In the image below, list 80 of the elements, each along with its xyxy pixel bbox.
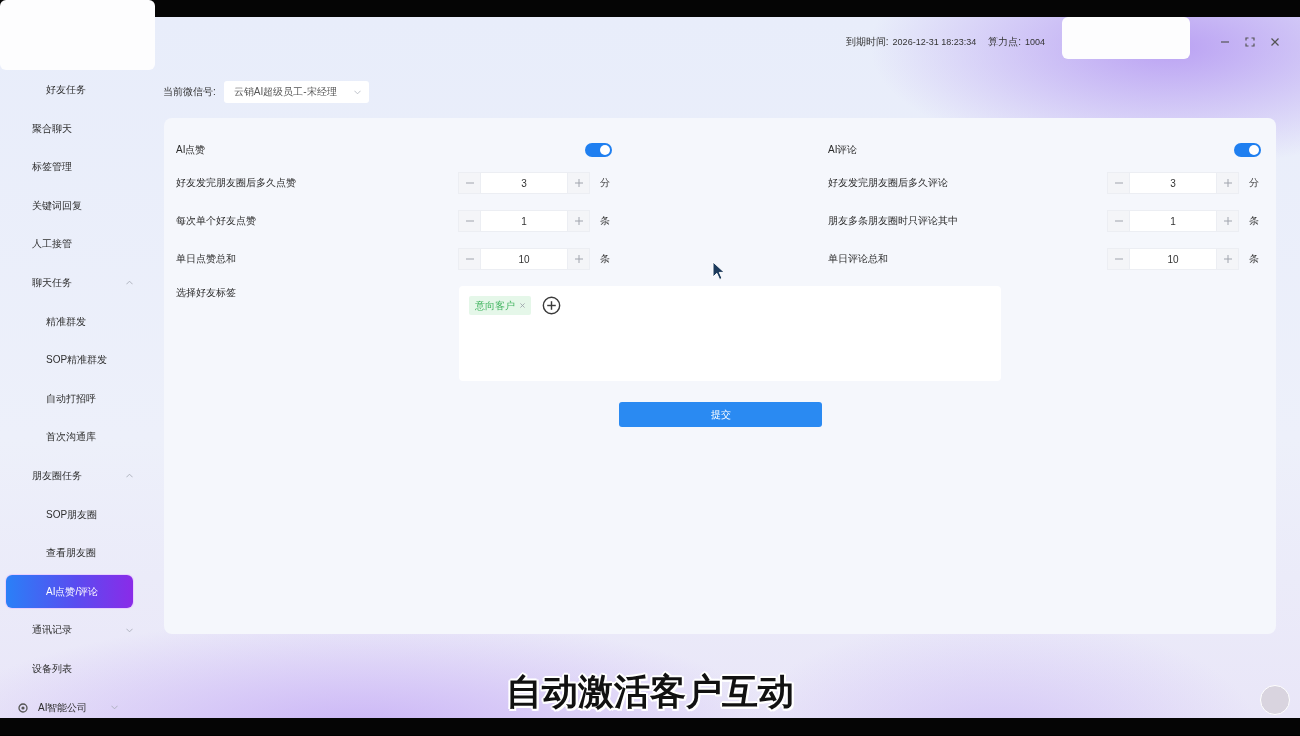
expand-icon xyxy=(1245,37,1255,47)
points-label: 算力点: xyxy=(988,35,1021,49)
switch-label: AI点赞 xyxy=(176,143,206,157)
toggle-switch[interactable] xyxy=(1234,143,1261,157)
decrement-button[interactable] xyxy=(1107,248,1130,270)
number-input[interactable]: 3 xyxy=(1130,172,1216,194)
expiry-time: 2026-12-31 18:23:34 xyxy=(892,37,977,47)
sidebar-item[interactable]: 通讯记录 xyxy=(6,620,133,641)
sidebar-item[interactable]: 查看朋友圈 xyxy=(6,543,133,564)
number-input[interactable]: 10 xyxy=(481,248,567,270)
sidebar-item[interactable]: 设备列表 xyxy=(6,658,133,679)
unit-label: 条 xyxy=(600,252,611,266)
minus-icon xyxy=(465,255,474,263)
unit-label: 分 xyxy=(600,176,611,190)
plus-icon xyxy=(574,217,583,225)
cursor-icon xyxy=(712,261,725,281)
ring-icon xyxy=(18,702,28,713)
sidebar-item[interactable]: 朋友圈任务 xyxy=(6,465,133,486)
sidebar-item[interactable]: 首次沟通库 xyxy=(6,427,133,448)
plus-icon xyxy=(1223,179,1232,187)
switch-label: AI评论 xyxy=(828,143,858,157)
decrement-button[interactable] xyxy=(458,248,481,270)
chevron-down-icon xyxy=(353,89,361,95)
minus-icon xyxy=(465,179,474,187)
sidebar-item[interactable]: 好友任务 xyxy=(6,80,133,100)
number-input[interactable]: 1 xyxy=(481,210,567,232)
unit-label: 分 xyxy=(1249,176,1260,190)
sidebar-item[interactable]: 聚合聊天 xyxy=(6,118,133,139)
sidebar-item[interactable]: 关键词回复 xyxy=(6,195,133,216)
decrement-button[interactable] xyxy=(1107,210,1130,232)
close-icon xyxy=(1270,37,1280,47)
sidebar-item[interactable]: AI智能公司 xyxy=(6,697,133,718)
increment-button[interactable] xyxy=(567,248,590,270)
number-input[interactable]: 1 xyxy=(1130,210,1216,232)
points-value: 1004 xyxy=(1024,37,1045,47)
field-label: 单日评论总和 xyxy=(828,252,889,266)
sidebar-item[interactable]: 精准群发 xyxy=(6,311,133,332)
plus-icon xyxy=(574,255,583,263)
minus-icon xyxy=(1114,255,1123,263)
plus-icon xyxy=(574,179,583,187)
increment-button[interactable] xyxy=(1216,210,1239,232)
decrement-button[interactable] xyxy=(458,210,481,232)
account-select[interactable]: 云销AI超级员工-宋经理 xyxy=(223,81,369,103)
toggle-switch[interactable] xyxy=(585,143,612,157)
number-input[interactable]: 10 xyxy=(1130,248,1216,270)
minus-icon xyxy=(465,217,474,225)
increment-button[interactable] xyxy=(1216,172,1239,194)
unit-label: 条 xyxy=(600,214,611,228)
number-input[interactable]: 3 xyxy=(481,172,567,194)
add-circle-icon[interactable] xyxy=(542,296,561,315)
increment-button[interactable] xyxy=(567,210,590,232)
maximize-button[interactable] xyxy=(1242,34,1258,50)
plus-icon xyxy=(1223,217,1232,225)
video-subtitle: 自动激活客户互动 xyxy=(506,670,794,714)
field-label: 好友发完朋友圈后多久点赞 xyxy=(176,176,297,190)
close-icon[interactable] xyxy=(520,303,525,308)
field-label: 每次单个好友点赞 xyxy=(176,214,257,228)
tags-label: 选择好友标签 xyxy=(176,286,237,300)
avatar-placeholder xyxy=(1260,685,1290,715)
minus-icon xyxy=(1114,179,1123,187)
increment-button[interactable] xyxy=(567,172,590,194)
sidebar-item[interactable]: SOP朋友圈 xyxy=(6,504,133,525)
sidebar-item[interactable]: AI点赞/评论 xyxy=(6,575,133,609)
unit-label: 条 xyxy=(1249,214,1260,228)
decrement-button[interactable] xyxy=(1107,172,1130,194)
sidebar-item[interactable]: 人工接管 xyxy=(6,234,133,255)
decrement-button[interactable] xyxy=(458,172,481,194)
account-label: 当前微信号: xyxy=(163,85,216,99)
sidebar-item[interactable]: 标签管理 xyxy=(6,157,133,178)
sidebar-item[interactable]: SOP精准群发 xyxy=(6,350,133,371)
sidebar-item[interactable]: 聊天任务 xyxy=(6,272,133,293)
field-label: 朋友多条朋友圈时只评论其中 xyxy=(828,214,959,228)
plus-icon xyxy=(1223,255,1232,263)
field-label: 单日点赞总和 xyxy=(176,252,237,266)
unit-label: 条 xyxy=(1249,252,1260,266)
increment-button[interactable] xyxy=(1216,248,1239,270)
minus-icon xyxy=(1114,217,1123,225)
sidebar-item[interactable]: 自动打招呼 xyxy=(6,388,133,409)
field-label: 好友发完朋友圈后多久评论 xyxy=(828,176,949,190)
expiry-label: 到期时间: xyxy=(845,35,889,49)
